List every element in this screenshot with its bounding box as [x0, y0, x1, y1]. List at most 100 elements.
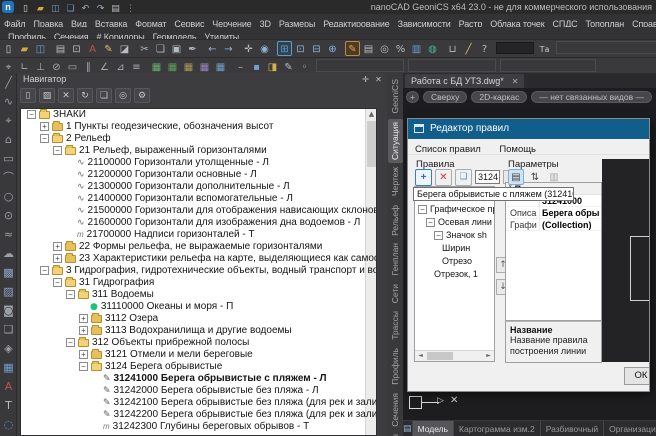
snap-extents-icon[interactable]: ▭ [65, 59, 80, 73]
command-input[interactable] [496, 42, 534, 54]
drop-icon[interactable]: ◦ [297, 59, 312, 73]
viewport-control-2[interactable]: 2D-каркас [471, 91, 527, 103]
line-weight-icon[interactable]: – [233, 59, 248, 73]
match-props-icon[interactable]: ✒ [185, 41, 200, 56]
menu-item-8[interactable]: Размеры [275, 18, 319, 27]
menu-item-7[interactable]: 3D [256, 18, 275, 27]
rule-id-field[interactable]: 3124 [475, 170, 500, 184]
scroll-left-icon[interactable]: ◄ [415, 351, 426, 361]
menu-item-6[interactable]: Черчение [208, 18, 255, 27]
side-tab-чертеж[interactable]: Чертеж [388, 164, 403, 199]
side-tab-профиль[interactable]: Профиль [388, 345, 403, 388]
snap-triangle-icon[interactable]: ⊿ [113, 59, 128, 73]
menu-item-15[interactable]: Справка [628, 18, 656, 27]
edit-icon[interactable]: ▨ [39, 88, 55, 103]
pin-icon[interactable]: ✛ [360, 74, 371, 85]
menu-item-5[interactable]: Сервис [170, 18, 208, 27]
sheet-set-icon[interactable]: ▥ [409, 41, 424, 56]
rule-tree-item[interactable]: −Осевая лини [415, 216, 494, 229]
tree-item[interactable]: ∿21500000 Горизонтали для отображения на… [21, 205, 376, 217]
table-brown-icon[interactable]: ▦ [181, 59, 196, 73]
menu2-item-4[interactable]: Утилиты [200, 31, 243, 39]
new-file-icon[interactable]: ▯ [19, 2, 32, 14]
tree-item[interactable]: −ЗНАКИ [21, 109, 376, 121]
open-file-icon[interactable]: ▰ [34, 2, 47, 14]
side-tab-geonics[interactable]: GeoniCS [388, 76, 403, 117]
sheet-icon[interactable]: ▤ [403, 424, 412, 434]
table-tool-icon[interactable]: ▦ [0, 358, 17, 377]
tree-item[interactable]: ✎31242000 Берега обрывистые без пляжа - … [21, 385, 376, 397]
snap-none-icon[interactable]: ⊘ [49, 59, 64, 73]
print-icon[interactable]: ▤ [109, 2, 122, 14]
navigator-header[interactable]: Навигатор ✛ ✕ [17, 73, 387, 86]
layout-icon[interactable]: ⊔ [445, 41, 460, 56]
property-row[interactable]: Графи(Collection) [506, 219, 601, 231]
table-violet-icon[interactable]: ▦ [197, 59, 212, 73]
delete-rule-button[interactable]: ✕ [435, 169, 452, 186]
pan-icon[interactable]: ✛ [241, 41, 256, 56]
polygon-tool-icon[interactable]: ⌂ [0, 130, 17, 149]
tree-item[interactable]: +22 Формы рельефа, не выражаемые горизон… [21, 241, 376, 253]
copy-tool-icon[interactable]: ❏ [0, 320, 17, 339]
scroll-right-icon[interactable]: ► [483, 351, 494, 361]
tree-item[interactable]: ✎31242100 Берега обрывистые без пляжа (д… [21, 397, 376, 409]
spelling-icon[interactable]: А [85, 41, 100, 56]
point-tool-icon[interactable]: ⌖ [0, 111, 17, 130]
side-tab-ситуация[interactable]: Ситуация [388, 119, 403, 163]
tree-item[interactable]: ∿21400000 Горизонтали вспомогательные - … [21, 193, 376, 205]
side-tab-трассы[interactable]: Трассы [388, 308, 403, 343]
bucket-icon[interactable]: ◨ [265, 59, 280, 73]
layout-tab-разбивочный[interactable]: Разбивочный [540, 421, 603, 436]
zoom-window-icon[interactable]: ⊞ [277, 41, 292, 56]
side-tab-сети[interactable]: Сети [388, 281, 403, 306]
add-rule-button[interactable]: + [415, 169, 432, 186]
rule-tree-item[interactable]: Отрезо [415, 255, 494, 268]
delete-icon[interactable]: ✕ [58, 88, 74, 103]
menu-help[interactable]: Помощь [492, 142, 543, 158]
refresh-icon[interactable]: ↻ [77, 88, 93, 103]
document-tab[interactable]: Работа с БД УТЗ.dwg*✕ [405, 74, 524, 88]
cut-icon[interactable]: ✂ [137, 41, 152, 56]
menu2-item-0[interactable]: Профиль [4, 31, 50, 39]
collapse-icon[interactable]: − [434, 231, 443, 240]
tree-item[interactable]: т21700000 Надписи горизонталей - Т [21, 229, 376, 241]
tree-item[interactable]: ✎31242200 Берега обрывистые без пляжа (д… [21, 409, 376, 421]
tree-item[interactable]: +3112 Озера [21, 313, 376, 325]
tree-item[interactable]: ●31110000 Океаны и моря - П [21, 301, 376, 313]
table-blue-icon[interactable]: ▦ [213, 59, 228, 73]
copy-icon[interactable]: ❏ [153, 41, 168, 56]
close-icon[interactable]: ✕ [373, 74, 384, 85]
viewport-control-0[interactable]: + [406, 91, 419, 103]
layout-tab-организация-рельефа[interactable]: Организация рельефа [603, 421, 656, 436]
layer-combo[interactable] [316, 59, 404, 72]
tree-item[interactable]: ✎31241000 Берега обрывистые с пляжем - Л [21, 373, 376, 385]
layout-tab-модель[interactable]: Модель [412, 421, 454, 436]
side-tab-генплан[interactable]: Генплан [388, 240, 403, 278]
ellipse-tool-icon[interactable]: ⊙ [0, 206, 17, 225]
side-tab-рельеф[interactable]: Рельеф [388, 202, 403, 239]
text-style-tool-icon[interactable]: А [0, 377, 17, 396]
linetype-combo[interactable] [500, 59, 596, 72]
draw-order-icon[interactable]: ✎ [345, 41, 360, 56]
menu-item-11[interactable]: Растр [455, 18, 487, 27]
rule-tree-item[interactable]: Отрезок, 1 [415, 268, 494, 281]
tree-item[interactable]: +3113 Водохранилища и другие водоемы [21, 325, 376, 337]
tree-item[interactable]: +23 Характеристики рельефа на карте, выд… [21, 253, 376, 265]
collapse-icon[interactable]: − [66, 290, 75, 299]
snap-angle-icon[interactable]: ∠ [97, 59, 112, 73]
new-icon[interactable]: ▯ [20, 88, 36, 103]
collapse-icon[interactable]: − [79, 362, 88, 371]
cloud-tool-icon[interactable]: ☁ [0, 244, 17, 263]
save-icon[interactable]: ◫ [49, 2, 62, 14]
redo-icon[interactable]: ↷ [94, 2, 107, 14]
snap-mid-icon[interactable]: ≡ [129, 59, 144, 73]
circle-tool-icon[interactable]: ○ [0, 187, 17, 206]
collapse-icon[interactable]: − [40, 134, 49, 143]
collapse-icon[interactable]: − [53, 278, 62, 287]
expand-icon[interactable]: + [53, 254, 62, 263]
save-icon[interactable]: ◫ [33, 41, 48, 56]
spline-tool-icon[interactable]: ≈ [0, 225, 17, 244]
globe-icon[interactable]: ◍ [425, 41, 440, 56]
arc-tool-icon[interactable]: ⌒ [0, 168, 17, 187]
tree-item[interactable]: ∿21600000 Горизонтали для изображения дн… [21, 217, 376, 229]
